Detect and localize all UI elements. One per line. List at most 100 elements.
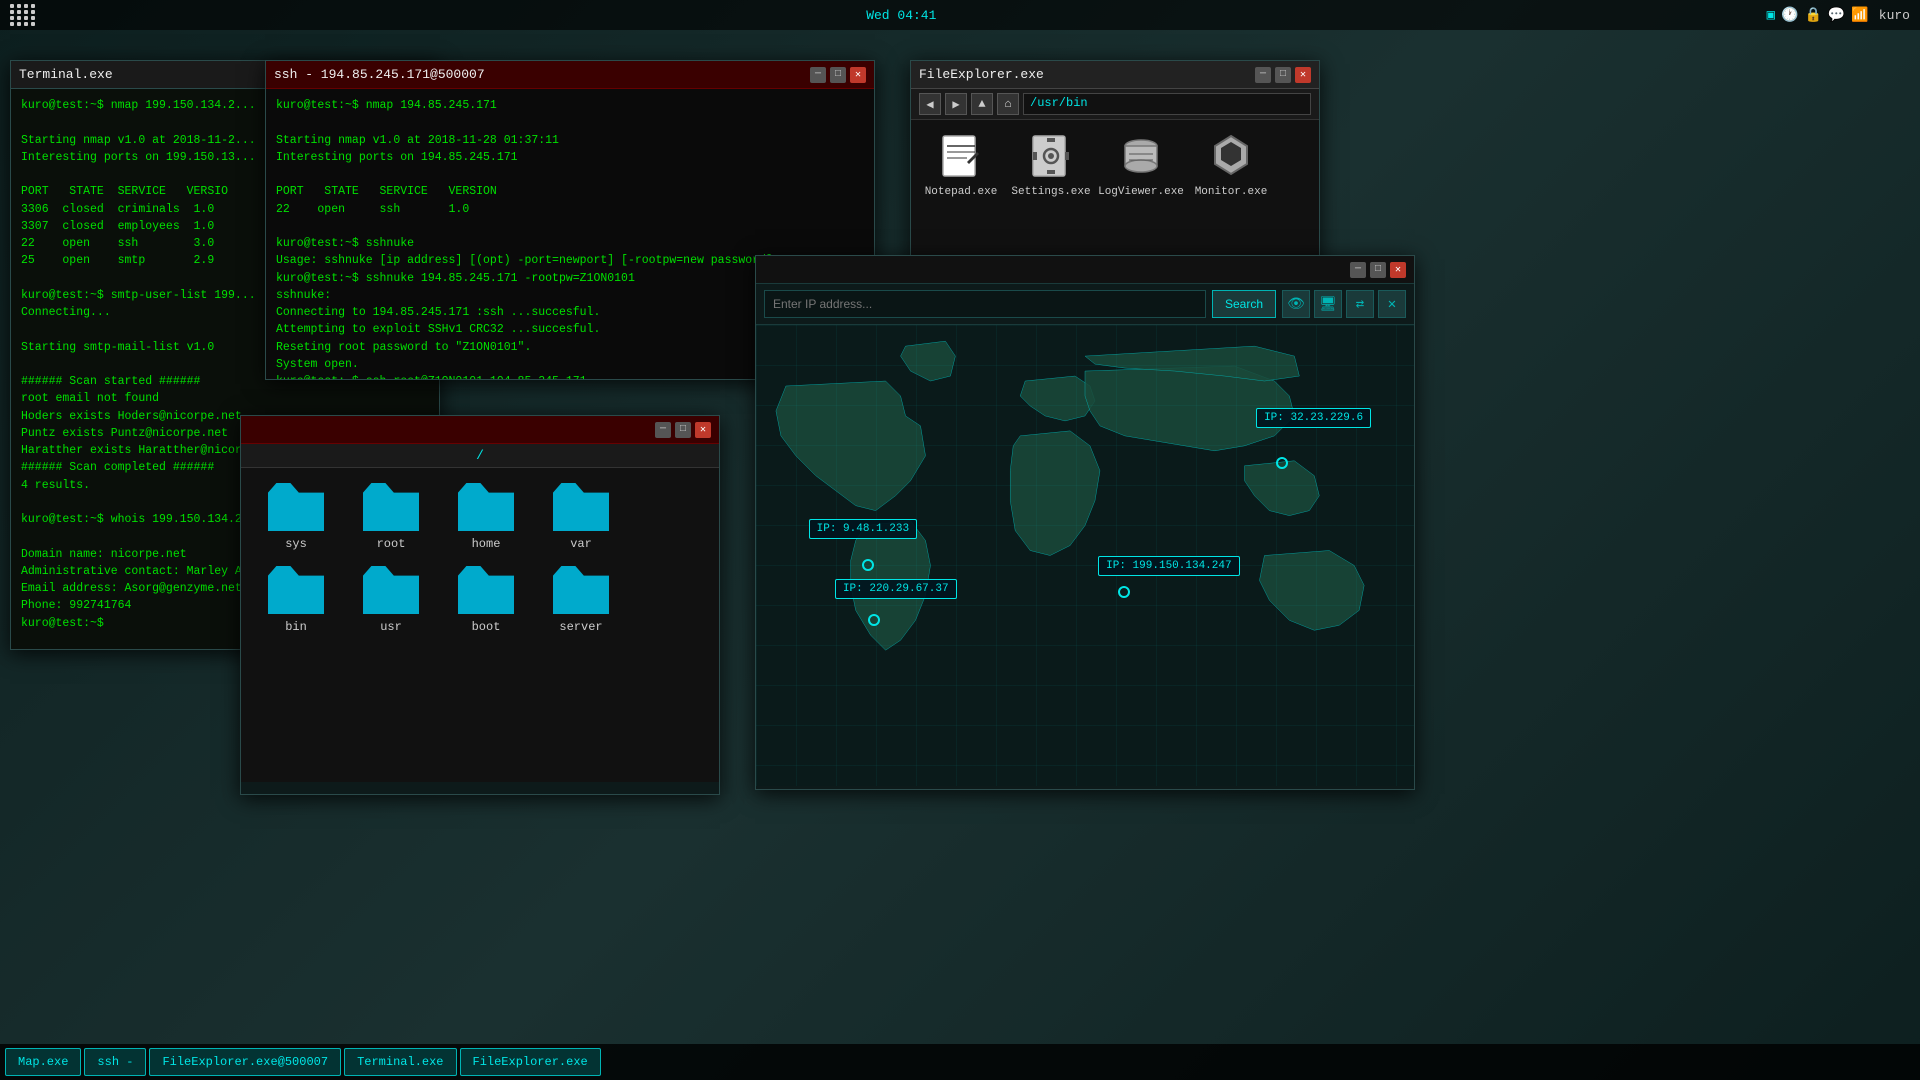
folder-usr[interactable]: usr — [351, 566, 431, 634]
ip-dot-3 — [868, 614, 880, 626]
fileexp-root-minimize[interactable]: ─ — [655, 422, 671, 438]
ssh-title: ssh - 194.85.245.171@500007 — [274, 67, 485, 82]
map-settings-icon[interactable]: ✕ — [1378, 290, 1406, 318]
ssh-titlebar: ssh - 194.85.245.171@500007 ─ □ ✕ — [266, 61, 874, 89]
fileexp-main-minimize[interactable]: ─ — [1255, 67, 1271, 83]
desktop: Wed 04:41 ▣ 🕐 🔒 💬 📶 kuro Terminal.exe ─ … — [0, 0, 1920, 1080]
logviewer-icon — [1115, 130, 1167, 182]
map-minimize[interactable]: ─ — [1350, 262, 1366, 278]
ip-marker-1: IP: 32.23.229.6 — [1256, 408, 1371, 428]
search-button[interactable]: Search — [1212, 290, 1276, 318]
folder-root[interactable]: root — [351, 483, 431, 551]
map-share-icon[interactable]: ⇄ — [1346, 290, 1374, 318]
nav-forward-btn[interactable]: ▶ — [945, 93, 967, 115]
file-settings[interactable]: Settings.exe — [1011, 130, 1091, 198]
taskbar-fileexp[interactable]: FileExplorer.exe — [460, 1048, 601, 1076]
file-monitor[interactable]: Monitor.exe — [1191, 130, 1271, 198]
topbar-left — [10, 4, 36, 26]
topbar: Wed 04:41 ▣ 🕐 🔒 💬 📶 kuro — [0, 0, 1920, 30]
folder-sys[interactable]: sys — [256, 483, 336, 551]
folder-bin-label: bin — [285, 620, 307, 634]
taskbar: Map.exe ssh - FileExplorer.exe@500007 Te… — [0, 1044, 1920, 1080]
fileexp-main-path[interactable]: /usr/bin — [1023, 93, 1311, 115]
folder-server-label: server — [559, 620, 602, 634]
folder-bin[interactable]: bin — [256, 566, 336, 634]
map-maximize[interactable]: □ — [1370, 262, 1386, 278]
fileexp-root-titlebar: ─ □ ✕ — [241, 416, 719, 444]
file-notepad[interactable]: Notepad.exe — [921, 130, 1001, 198]
taskbar-fileexp-500007[interactable]: FileExplorer.exe@500007 — [149, 1048, 341, 1076]
monitor-label: Monitor.exe — [1195, 186, 1268, 198]
ip-label-3: IP: 220.29.67.37 — [843, 583, 949, 595]
folder-sys-icon — [268, 483, 324, 531]
folder-home-icon — [458, 483, 514, 531]
file-logviewer[interactable]: LogViewer.exe — [1101, 130, 1181, 198]
ip-dot-1 — [1276, 457, 1288, 469]
ip-dot-4 — [1118, 586, 1130, 598]
fileexp-main-maximize[interactable]: □ — [1275, 67, 1291, 83]
ip-marker-4: IP: 199.150.134.247 — [1098, 556, 1239, 576]
folder-usr-label: usr — [380, 620, 402, 634]
map-toolbar: Search 👁 🖥 ⇄ ✕ — [756, 284, 1414, 325]
topbar-right: ▣ 🕐 🔒 💬 📶 kuro — [1767, 7, 1910, 24]
taskbar-terminal[interactable]: Terminal.exe — [344, 1048, 456, 1076]
fileexp-main-titlebar: FileExplorer.exe ─ □ ✕ — [911, 61, 1319, 89]
ip-input[interactable] — [764, 290, 1206, 318]
fileexp-root-maximize[interactable]: □ — [675, 422, 691, 438]
settings-icon — [1025, 130, 1077, 182]
folder-boot-icon — [458, 566, 514, 614]
world-map-svg — [756, 325, 1414, 786]
folder-home-label: home — [472, 537, 501, 551]
ssh-controls: ─ □ ✕ — [810, 67, 866, 83]
fileexp-root-content: sys root home var bin usr — [241, 468, 719, 782]
folder-usr-icon — [363, 566, 419, 614]
folder-boot-label: boot — [472, 620, 501, 634]
folder-var[interactable]: var — [541, 483, 621, 551]
taskbar-map[interactable]: Map.exe — [5, 1048, 81, 1076]
nav-back-btn[interactable]: ◀ — [919, 93, 941, 115]
ssh-minimize[interactable]: ─ — [810, 67, 826, 83]
folder-home[interactable]: home — [446, 483, 526, 551]
topbar-datetime: Wed 04:41 — [866, 8, 936, 23]
folder-root-label: root — [377, 537, 406, 551]
folder-server-icon — [553, 566, 609, 614]
wifi-icon: 📶 — [1851, 7, 1868, 24]
system-tray: ▣ 🕐 🔒 💬 📶 kuro — [1767, 7, 1910, 24]
ssh-close[interactable]: ✕ — [850, 67, 866, 83]
fileexp-root-close[interactable]: ✕ — [695, 422, 711, 438]
map-view-icon[interactable]: 👁 — [1282, 290, 1310, 318]
map-titlebar: ─ □ ✕ — [756, 256, 1414, 284]
folder-var-icon — [553, 483, 609, 531]
notepad-icon — [935, 130, 987, 182]
nav-up-btn[interactable]: ▲ — [971, 93, 993, 115]
map-controls: ─ □ ✕ — [1350, 262, 1406, 278]
screen-icon: ▣ — [1767, 7, 1775, 24]
logviewer-label: LogViewer.exe — [1098, 186, 1184, 198]
ssh-maximize[interactable]: □ — [830, 67, 846, 83]
fileexp-main-controls: ─ □ ✕ — [1255, 67, 1311, 83]
taskbar-fileexp-label: FileExplorer.exe — [473, 1055, 588, 1069]
shield-icon: 🔒 — [1804, 7, 1821, 24]
ip-marker-3: IP: 220.29.67.37 — [835, 579, 957, 599]
folder-server[interactable]: server — [541, 566, 621, 634]
folder-root-icon — [363, 483, 419, 531]
fileexp-root-controls: ─ □ ✕ — [655, 422, 711, 438]
user-label: kuro — [1879, 8, 1910, 23]
nav-home-btn[interactable]: ⌂ — [997, 93, 1019, 115]
ip-label-4: IP: 199.150.134.247 — [1106, 560, 1231, 572]
taskbar-fileexp-500007-label: FileExplorer.exe@500007 — [162, 1055, 328, 1069]
apps-grid-icon[interactable] — [10, 4, 36, 26]
fileexp-main-close[interactable]: ✕ — [1295, 67, 1311, 83]
ip-marker-2: IP: 9.48.1.233 — [809, 519, 917, 539]
fileexp-root-window: ─ □ ✕ / sys root home var — [240, 415, 720, 795]
settings-label: Settings.exe — [1011, 186, 1090, 198]
clock-icon: 🕐 — [1781, 7, 1798, 24]
map-window: ─ □ ✕ Search 👁 🖥 ⇄ ✕ — [755, 255, 1415, 790]
taskbar-ssh-label: ssh - — [97, 1055, 133, 1069]
folder-sys-label: sys — [285, 537, 307, 551]
chat-icon: 💬 — [1828, 7, 1845, 24]
map-close[interactable]: ✕ — [1390, 262, 1406, 278]
folder-boot[interactable]: boot — [446, 566, 526, 634]
map-screen-icon[interactable]: 🖥 — [1314, 290, 1342, 318]
taskbar-ssh[interactable]: ssh - — [84, 1048, 146, 1076]
